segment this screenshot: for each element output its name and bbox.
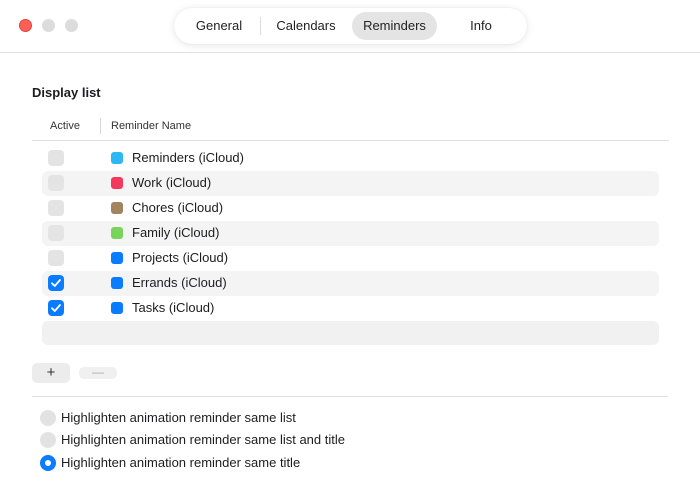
active-checkbox[interactable]: [48, 175, 64, 191]
column-divider[interactable]: [100, 118, 101, 134]
section-divider: [32, 396, 668, 397]
list-color-swatch: [111, 277, 123, 289]
reminder-list-name: Tasks (iCloud): [132, 300, 215, 315]
table-row[interactable]: Projects (iCloud): [42, 246, 659, 271]
table-row[interactable]: Tasks (iCloud): [42, 296, 659, 321]
highlight-option-label: Highlighten animation reminder same titl…: [61, 455, 301, 470]
active-checkbox[interactable]: [48, 200, 64, 216]
active-checkbox[interactable]: [48, 275, 64, 291]
reminder-list-name: Family (iCloud): [132, 225, 220, 240]
tab-reminders[interactable]: Reminders: [352, 12, 437, 40]
table-row[interactable]: Family (iCloud): [42, 221, 659, 246]
add-list-button[interactable]: +: [32, 363, 70, 383]
reminder-table-header: Active Reminder Name: [32, 116, 669, 141]
active-checkbox[interactable]: [48, 150, 64, 166]
table-row[interactable]: Chores (iCloud): [42, 196, 659, 221]
highlight-option-label: Highlighten animation reminder same list…: [61, 432, 345, 447]
radio-button[interactable]: [40, 432, 56, 448]
radio-button[interactable]: [40, 410, 56, 426]
preferences-tab-bar: General Calendars Reminders Info: [174, 8, 527, 44]
column-header-active[interactable]: Active: [50, 120, 80, 132]
title-bar: General Calendars Reminders Info: [0, 0, 700, 53]
active-checkbox[interactable]: [48, 225, 64, 241]
reminder-list-name: Reminders (iCloud): [132, 150, 244, 165]
radio-button[interactable]: [40, 455, 56, 471]
minimize-window-button[interactable]: [42, 19, 55, 32]
reminder-list-name: Projects (iCloud): [132, 250, 229, 265]
list-color-swatch: [111, 252, 123, 264]
display-list-title: Display list: [32, 85, 101, 100]
reminder-list-name: Work (iCloud): [132, 175, 212, 190]
reminder-list-name: Chores (iCloud): [132, 200, 224, 215]
table-row[interactable]: Work (iCloud): [42, 171, 659, 196]
reminder-list-name: Errands (iCloud): [132, 275, 227, 290]
reminder-list: Reminders (iCloud) Work (iCloud) Chores …: [42, 146, 659, 345]
checkmark-icon: [51, 279, 61, 287]
active-checkbox[interactable]: [48, 250, 64, 266]
active-checkbox[interactable]: [48, 300, 64, 316]
list-color-swatch: [111, 177, 123, 189]
table-row[interactable]: Errands (iCloud): [42, 271, 659, 296]
column-header-reminder-name[interactable]: Reminder Name: [111, 120, 191, 132]
highlight-option-label: Highlighten animation reminder same list: [61, 410, 296, 425]
table-row[interactable]: Reminders (iCloud): [42, 146, 659, 171]
list-color-swatch: [111, 227, 123, 239]
zoom-window-button[interactable]: [65, 19, 78, 32]
list-color-swatch: [111, 202, 123, 214]
close-window-button[interactable]: [19, 19, 32, 32]
list-color-swatch: [111, 302, 123, 314]
tab-info[interactable]: Info: [449, 12, 513, 40]
tab-separator: [260, 17, 261, 35]
checkmark-icon: [51, 304, 61, 312]
empty-table-row: [42, 321, 659, 345]
remove-list-button[interactable]: —: [79, 366, 117, 379]
list-color-swatch: [111, 152, 123, 164]
tab-general[interactable]: General: [186, 12, 252, 40]
tab-calendars[interactable]: Calendars: [266, 12, 346, 40]
